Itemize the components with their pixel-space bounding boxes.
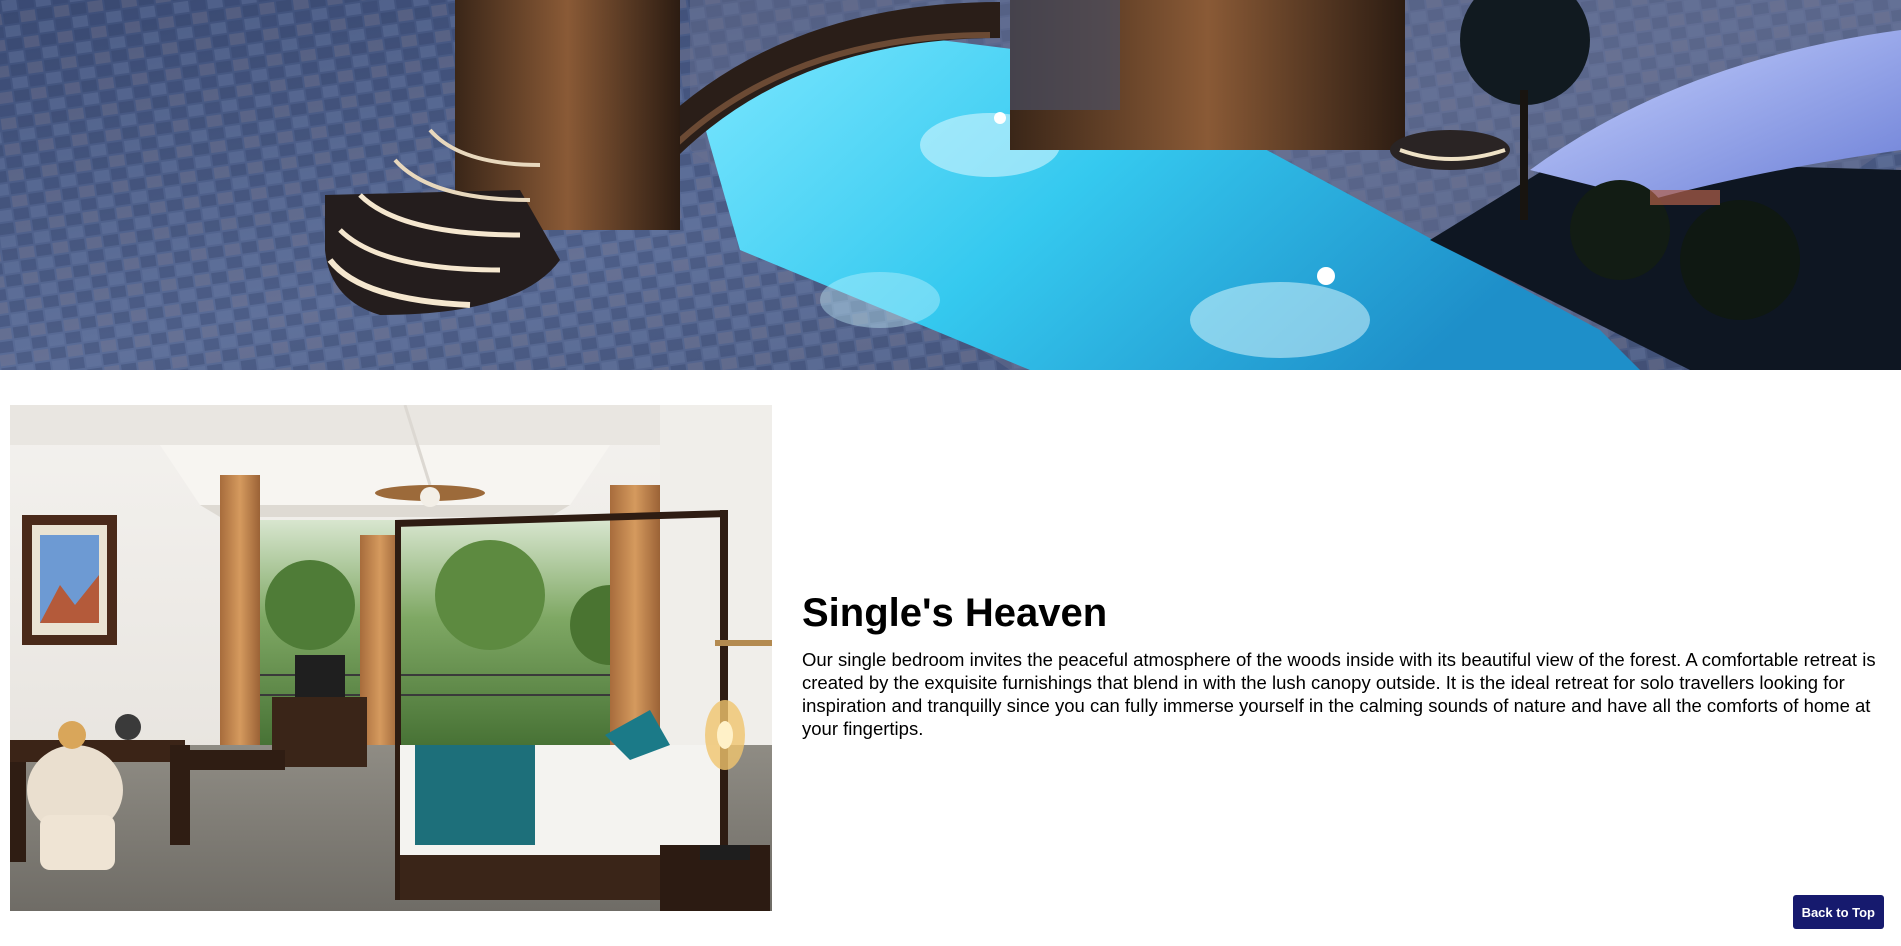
room-title: Single's Heaven xyxy=(802,591,1108,635)
hero-pool-image xyxy=(0,0,1901,370)
hero-banner xyxy=(0,0,1901,370)
bedroom-image xyxy=(10,405,772,911)
room-section: Single's Heaven Our single bedroom invit… xyxy=(0,370,1901,946)
room-description: Our single bedroom invites the peaceful … xyxy=(802,649,1876,739)
room-text: Single's Heaven Our single bedroom invit… xyxy=(802,590,1882,740)
back-to-top-button[interactable]: Back to Top xyxy=(1792,895,1884,929)
room-photo xyxy=(10,405,772,911)
